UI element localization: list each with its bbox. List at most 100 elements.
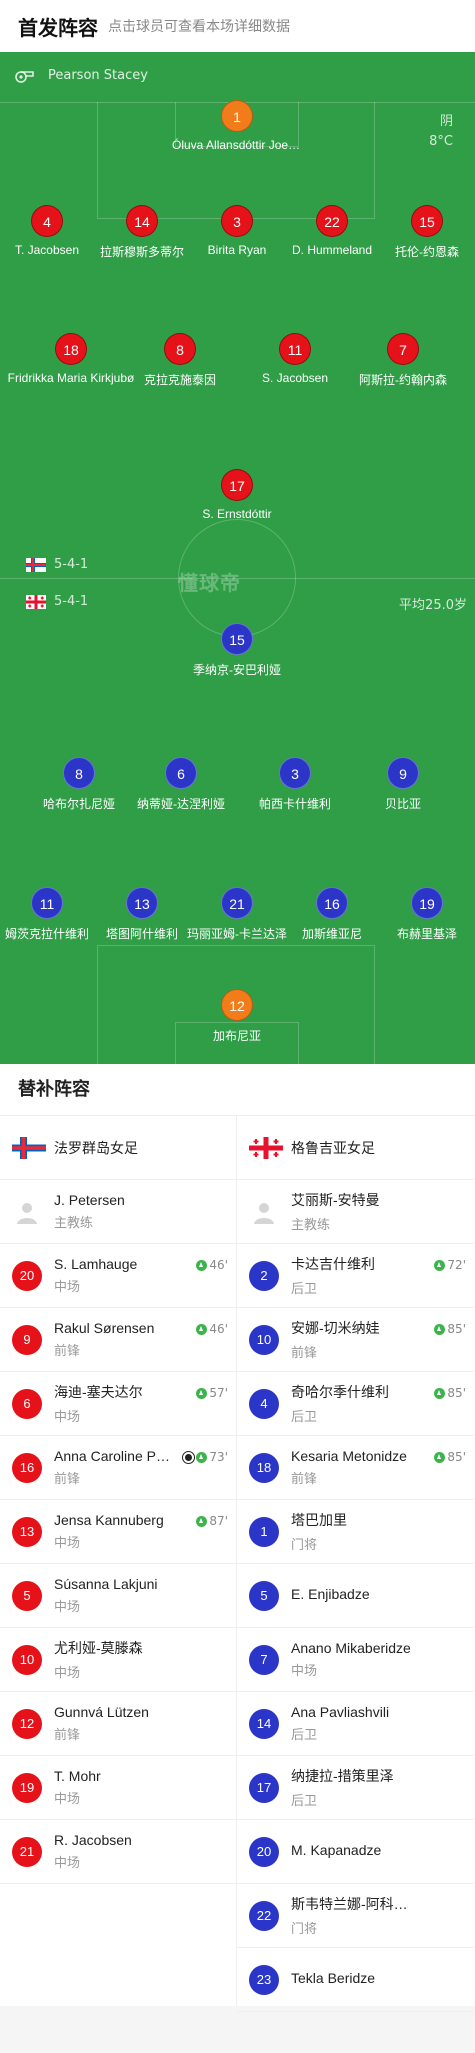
player-position: 中场	[54, 1856, 81, 1871]
sub-in-event: 46'	[196, 1322, 228, 1336]
sub-in-icon	[434, 1323, 446, 1335]
player-position: 后卫	[291, 1410, 318, 1425]
player-info: Anano Mikaberidze 中场	[291, 1640, 411, 1679]
player-position: 中场	[54, 1280, 81, 1295]
away-player[interactable]: 15 季纳京-安巴利娅	[172, 623, 302, 678]
player-name: T. Mohr	[54, 1768, 101, 1784]
player-number: 11	[279, 333, 311, 365]
player-number: 9	[12, 1324, 42, 1355]
coach-role: 主教练	[54, 1216, 94, 1231]
sub-player-row[interactable]: 16 Anna Caroline Poulsen 前锋 73'	[0, 1436, 236, 1500]
away-player[interactable]: 9 贝比亚	[338, 757, 468, 812]
sub-player-row[interactable]: 20 S. Lamhauge 中场 46'	[0, 1244, 236, 1308]
player-name: E. Enjibadze	[291, 1585, 370, 1602]
player-info: E. Enjibadze	[291, 1586, 411, 1606]
sub-in-icon	[434, 1387, 446, 1399]
home-player[interactable]: 8 克拉克施泰因	[115, 333, 245, 388]
player-number: 12	[12, 1708, 42, 1739]
sub-player-row[interactable]: 9 Rakul Sørensen 前锋 46'	[0, 1308, 236, 1372]
home-player[interactable]: 7 阿斯拉-约翰内森	[338, 333, 468, 388]
sub-in-icon	[434, 1451, 446, 1463]
player-name: Anna Caroline Poulsen	[54, 1448, 174, 1464]
sub-player-row[interactable]: 5 Súsanna Lakjuni 中场	[0, 1564, 236, 1628]
sub-in-minute: 85'	[447, 1386, 466, 1400]
sub-player-row[interactable]: 19 T. Mohr 中场	[0, 1756, 236, 1820]
sub-in-minute: 87'	[209, 1514, 228, 1528]
weather-text: 阴	[439, 114, 453, 129]
player-position: 前锋	[291, 1346, 318, 1361]
away-formation: 5-4-1	[26, 594, 88, 609]
sub-player-row[interactable]: 21 R. Jacobsen 中场	[0, 1820, 236, 1884]
player-number: 17	[249, 1772, 279, 1803]
home-team-header[interactable]: 法罗群岛女足	[0, 1116, 236, 1180]
sub-in-minute: 46'	[209, 1258, 228, 1272]
player-number: 16	[12, 1452, 42, 1483]
sub-player-row[interactable]: 13 Jensa Kannuberg 中场 87'	[0, 1500, 236, 1564]
sub-in-minute: 57'	[209, 1386, 228, 1400]
sub-player-row[interactable]: 14 Ana Pavliashvili 后卫	[237, 1692, 474, 1756]
referee-name: Pearson Stacey	[48, 68, 148, 83]
player-number: 13	[12, 1516, 42, 1547]
home-coach[interactable]: J. Petersen 主教练	[0, 1180, 236, 1244]
sub-player-row[interactable]: 12 Gunnvá Lützen 前锋	[0, 1692, 236, 1756]
sub-player-row[interactable]: 4 奇哈尔季什维利 后卫 85'	[237, 1372, 474, 1436]
player-name: Óluva Allansdóttir Joensen	[172, 138, 302, 152]
away-team-name: 格鲁吉亚女足	[291, 1140, 375, 1157]
home-player[interactable]: 1 Óluva Allansdóttir Joensen	[172, 100, 302, 152]
player-name: R. Jacobsen	[54, 1832, 132, 1848]
player-name: M. Kapanadze	[291, 1841, 382, 1858]
player-number: 10	[249, 1324, 279, 1355]
player-name: Jensa Kannuberg	[54, 1512, 164, 1528]
player-position: 后卫	[291, 1794, 318, 1809]
player-info: 卡达吉什维利 后卫	[291, 1254, 411, 1297]
player-number: 1	[221, 100, 253, 132]
sub-in-icon	[196, 1259, 208, 1271]
sub-in-event: 72'	[434, 1258, 466, 1272]
average-age: 平均25.0岁	[399, 598, 467, 613]
player-number: 1	[249, 1516, 279, 1547]
player-info: Gunnvá Lützen 前锋	[54, 1704, 174, 1743]
player-info: R. Jacobsen 中场	[54, 1832, 174, 1871]
whistle-icon	[15, 70, 34, 83]
away-coach[interactable]: 艾丽斯-安特曼 主教练	[237, 1180, 474, 1244]
player-name: Súsanna Lakjuni	[54, 1576, 158, 1592]
player-position: 前锋	[291, 1472, 318, 1487]
home-player[interactable]: 17 S. Ernstdóttir	[172, 469, 302, 521]
sub-player-row[interactable]: 23 Tekla Beridze	[237, 1948, 474, 2012]
sub-player-row[interactable]: 18 Kesaria Metonidze 前锋 85'	[237, 1436, 474, 1500]
player-name: 贝比亚	[384, 797, 421, 811]
player-info: 安娜-切米纳娃 前锋	[291, 1318, 411, 1361]
player-number: 14	[249, 1708, 279, 1739]
sub-player-row[interactable]: 5 E. Enjibadze	[237, 1564, 474, 1628]
away-player[interactable]: 19 布赫里基泽	[362, 887, 475, 942]
home-formation: 5-4-1	[26, 557, 88, 572]
sub-player-row[interactable]: 2 卡达吉什维利 后卫 72'	[237, 1244, 474, 1308]
sub-player-row[interactable]: 20 M. Kapanadze	[237, 1820, 474, 1884]
player-number: 12	[221, 989, 253, 1021]
away-player[interactable]: 6 纳蒂娅-达涅利娅	[116, 757, 246, 812]
player-position: 中场	[291, 1664, 318, 1679]
coach-avatar-icon	[12, 1197, 42, 1227]
player-info: T. Mohr 中场	[54, 1768, 174, 1807]
home-player[interactable]: 15 托伦-约恩森	[362, 205, 475, 260]
sub-in-minute: 73'	[209, 1450, 228, 1464]
player-name: S. Lamhauge	[54, 1256, 138, 1272]
sub-player-row[interactable]: 22 斯韦特兰娜-阿科佩扬 门将	[237, 1884, 474, 1948]
sub-player-row[interactable]: 17 纳捷拉-措策里泽 后卫	[237, 1756, 474, 1820]
player-number: 19	[411, 887, 443, 919]
sub-player-row[interactable]: 10 安娜-切米纳娃 前锋 85'	[237, 1308, 474, 1372]
away-team-header[interactable]: 格鲁吉亚女足	[237, 1116, 474, 1180]
player-number: 18	[249, 1452, 279, 1483]
sub-player-row[interactable]: 7 Anano Mikaberidze 中场	[237, 1628, 474, 1692]
player-number: 7	[249, 1644, 279, 1675]
lineup-header: 首发阵容 点击球员可查看本场详细数据	[0, 0, 475, 52]
away-formation-value: 5-4-1	[54, 594, 89, 609]
away-player[interactable]: 12 加布尼亚	[172, 989, 302, 1044]
player-name: 克拉克施泰因	[143, 373, 216, 387]
sub-player-row[interactable]: 1 塔巴加里 门将	[237, 1500, 474, 1564]
player-number: 17	[221, 469, 253, 501]
player-name: 尤利娅-莫滕森	[54, 1640, 143, 1656]
sub-player-row[interactable]: 6 海迪-塞夫达尔 中场 57'	[0, 1372, 236, 1436]
sub-player-row[interactable]: 10 尤利娅-莫滕森 中场	[0, 1628, 236, 1692]
player-number: 19	[12, 1772, 42, 1803]
